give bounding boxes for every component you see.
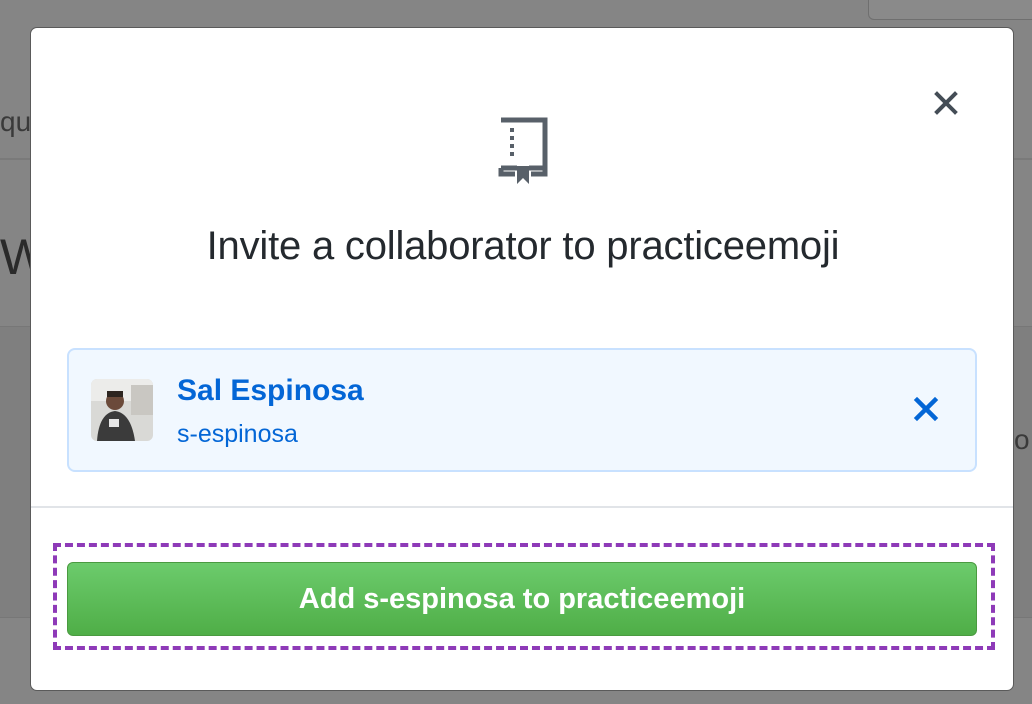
user-login-link[interactable]: s-espinosa — [177, 420, 298, 449]
invite-collaborator-dialog: Invite a collaborator to practiceemoji S… — [30, 27, 1014, 691]
close-button[interactable] — [929, 86, 963, 120]
background-input-box — [868, 0, 1032, 20]
avatar — [91, 379, 153, 441]
background-text-fragment: qu — [0, 106, 32, 137]
dialog-title: Invite a collaborator to practiceemoji — [206, 224, 840, 268]
add-collaborator-button[interactable]: Add s-espinosa to practiceemoji — [67, 562, 977, 636]
user-name-link[interactable]: Sal Espinosa — [177, 374, 364, 408]
remove-user-button[interactable] — [911, 394, 941, 424]
dialog-divider — [31, 506, 1013, 508]
background-text-fragment-right: o — [1014, 424, 1030, 455]
remove-user-icon — [913, 396, 939, 422]
close-icon — [934, 91, 958, 115]
page-background: qu W o Invite a collaborator to practice… — [0, 0, 1032, 704]
repo-icon — [498, 117, 548, 184]
selected-user-card: Sal Espinosa s-espinosa — [67, 348, 977, 472]
